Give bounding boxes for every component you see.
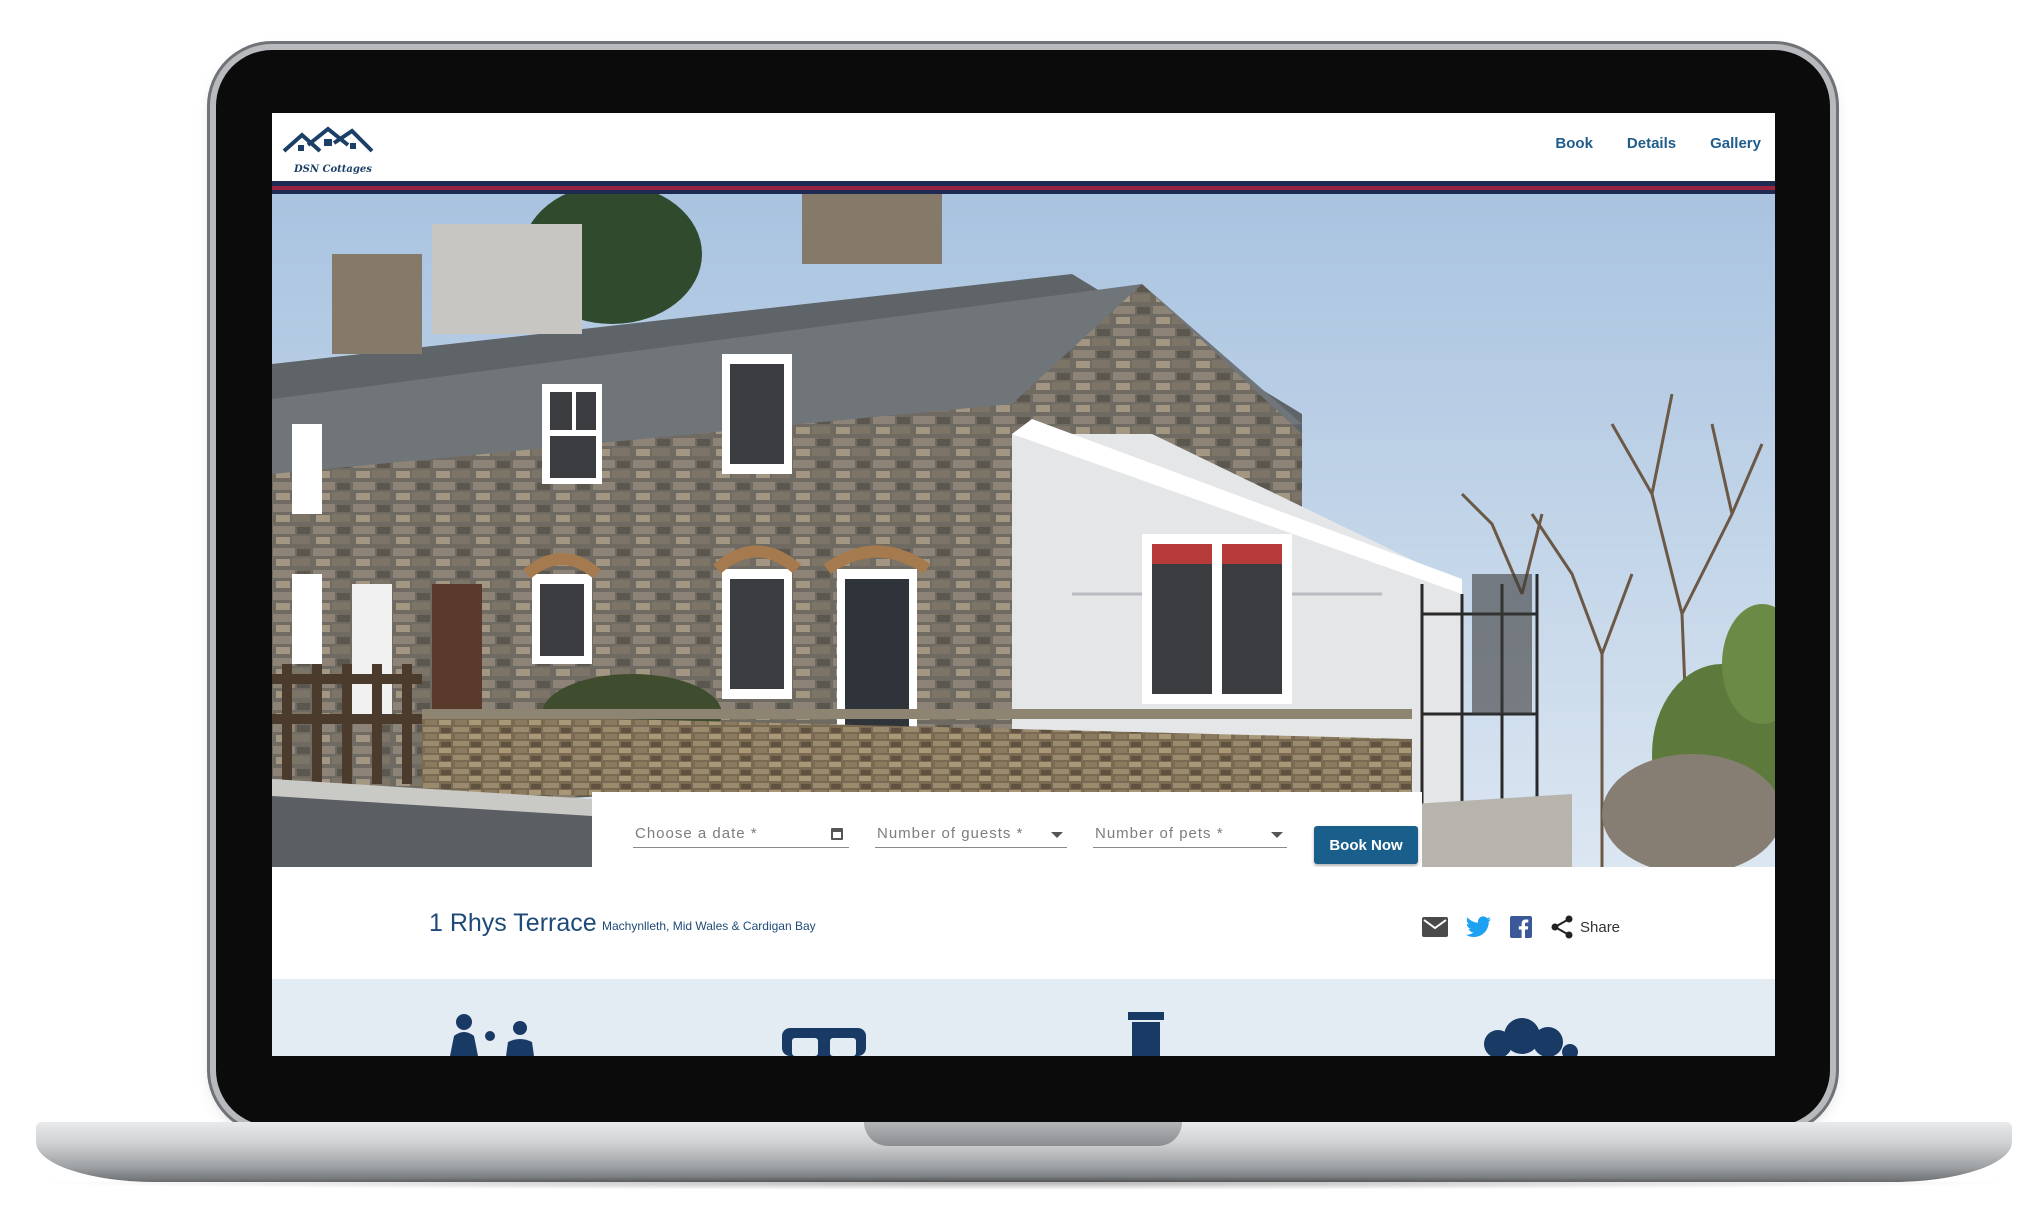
laptop-notch [864,1122,1182,1146]
calendar-icon[interactable] [831,828,843,840]
property-location: Machynlleth, Mid Wales & Cardigan Bay [602,919,816,933]
chevron-down-icon [1051,832,1063,838]
share-icon[interactable] [1550,915,1574,939]
date-field[interactable]: Choose a date * [633,822,849,848]
guests-icon [450,1014,534,1056]
booking-bar: Choose a date * Number of guests * Numbe… [592,792,1422,867]
screen: DSN Cottages Book Details Gallery Choose… [272,113,1775,1056]
property-name: 1 Rhys Terrace [429,909,597,937]
share-bar: Share [1422,915,1620,939]
chevron-down-icon [1271,832,1283,838]
laptop-shadow [20,1176,2028,1190]
pets-select[interactable]: Number of pets * [1093,822,1287,848]
guests-placeholder: Number of guests * [877,825,1024,842]
logo-text: DSN Cottages [294,164,372,175]
share-label[interactable]: Share [1580,919,1620,936]
nav-links: Book Details Gallery [1555,135,1761,152]
pets-placeholder: Number of pets * [1095,825,1224,842]
nav-book[interactable]: Book [1555,135,1593,152]
bedroom-icon [782,1028,866,1056]
cottage-photo [272,194,1775,867]
date-placeholder: Choose a date * [635,825,758,842]
nav-gallery[interactable]: Gallery [1710,135,1761,152]
nav-details[interactable]: Details [1627,135,1676,152]
twitter-icon[interactable] [1466,916,1492,938]
navbar: DSN Cottages Book Details Gallery [272,113,1775,181]
facebook-icon[interactable] [1510,916,1532,938]
people-icon [1484,1018,1578,1056]
features-strip [272,979,1775,1056]
logo[interactable]: DSN Cottages [282,123,374,175]
hero-image [272,194,1775,867]
bathroom-icon [1128,1012,1164,1056]
property-header: 1 Rhys Terrace Machynlleth, Mid Wales & … [272,867,1775,979]
book-now-button[interactable]: Book Now [1314,826,1418,864]
guests-select[interactable]: Number of guests * [875,822,1067,848]
email-icon[interactable] [1422,917,1448,937]
